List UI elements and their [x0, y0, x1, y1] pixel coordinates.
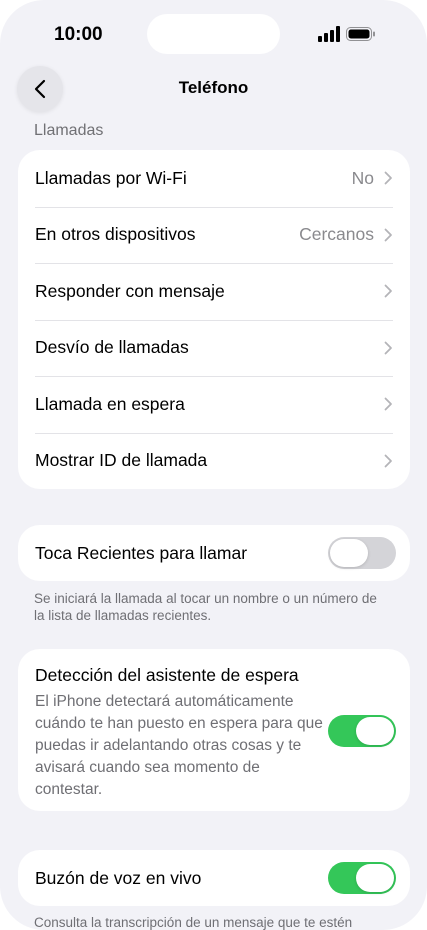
row-label: Responder con mensaje [35, 280, 225, 301]
tap-recents-group: Toca Recientes para llamar [18, 525, 410, 581]
phone-screen: 10:00 Teléfono Llamadas Llamadas por Wi-… [0, 0, 427, 930]
row-label: Llamada en espera [35, 393, 185, 414]
status-bar: 10:00 [0, 0, 427, 72]
dynamic-island [147, 14, 280, 54]
row-value: No [351, 167, 374, 188]
chevron-right-icon [384, 397, 392, 411]
chevron-right-icon [384, 171, 392, 185]
hold-assist-title: Detección del asistente de espera [35, 665, 299, 685]
status-time: 10:00 [54, 24, 103, 45]
toggle-knob [356, 717, 394, 745]
toggle-knob [330, 539, 368, 567]
row-wifi-calling[interactable]: Llamadas por Wi-Fi No [18, 150, 410, 207]
page-title: Teléfono [178, 78, 249, 97]
chevron-right-icon [384, 454, 392, 468]
battery-icon [346, 27, 375, 41]
live-voicemail-group: Buzón de voz en vivo [18, 850, 410, 906]
tap-recents-toggle[interactable] [328, 537, 396, 569]
calls-group: Llamadas por Wi-Fi No En otros dispositi… [18, 150, 410, 489]
chevron-right-icon [384, 341, 392, 355]
hold-assist-group: Detección del asistente de espera El iPh… [18, 649, 410, 811]
row-label: Mostrar ID de llamada [35, 450, 208, 471]
row-label: Llamadas por Wi-Fi [35, 167, 187, 188]
live-voicemail-toggle[interactable] [328, 862, 396, 894]
section-header-calls: Llamadas [34, 122, 104, 139]
live-voicemail-footer: Consulta la transcripción de un mensaje … [34, 915, 353, 930]
row-label: En otros dispositivos [35, 224, 196, 245]
row-call-forwarding[interactable]: Desvío de llamadas [18, 319, 410, 377]
chevron-right-icon [384, 228, 392, 242]
chevron-right-icon [384, 284, 392, 298]
hold-assist-description: El iPhone detectará automáticamente cuán… [35, 693, 323, 798]
row-label: Desvío de llamadas [35, 337, 189, 358]
row-show-caller-id[interactable]: Mostrar ID de llamada [18, 432, 410, 490]
hold-assist-toggle[interactable] [328, 715, 396, 747]
row-call-waiting[interactable]: Llamada en espera [18, 376, 410, 433]
row-other-devices[interactable]: En otros dispositivos Cercanos [18, 206, 410, 264]
tap-recents-footer: Se iniciará la llamada al tocar un nombr… [34, 591, 377, 623]
signal-icon [318, 26, 340, 42]
row-respond-with-text[interactable]: Responder con mensaje [18, 263, 410, 320]
row-value: Cercanos [299, 224, 374, 245]
toggle-knob [356, 864, 394, 892]
